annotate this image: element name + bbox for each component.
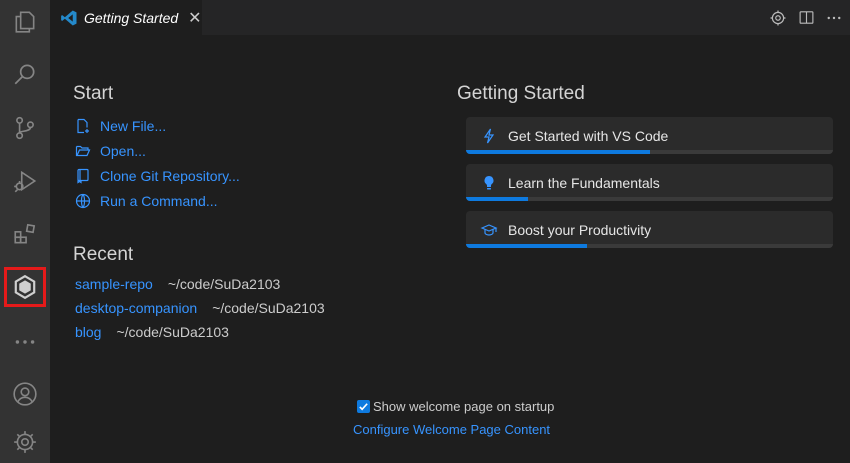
recent-heading: Recent bbox=[73, 244, 134, 265]
progress-fill bbox=[466, 150, 650, 154]
walkthrough-card[interactable]: Get Started with VS Code bbox=[466, 117, 833, 154]
open-link[interactable]: Open... bbox=[75, 138, 240, 163]
new-file-link[interactable]: New File... bbox=[75, 113, 240, 138]
recent-item-path: ~/code/SuDa2103 bbox=[116, 324, 229, 340]
account-icon[interactable] bbox=[0, 372, 50, 416]
graduation-cap-icon bbox=[480, 221, 498, 239]
walkthrough-card[interactable]: Learn the Fundamentals bbox=[466, 164, 833, 201]
vscode-logo-icon bbox=[60, 9, 78, 27]
open-label: Open... bbox=[100, 142, 146, 159]
close-icon[interactable]: ✕ bbox=[188, 8, 201, 28]
recent-list: sample-repo ~/code/SuDa2103 desktop-comp… bbox=[75, 272, 325, 344]
run-command-label: Run a Command... bbox=[100, 192, 218, 209]
recent-item-path: ~/code/SuDa2103 bbox=[212, 300, 325, 316]
tab-bar: Getting Started ✕ bbox=[50, 0, 850, 35]
progress-fill bbox=[466, 197, 529, 201]
recent-item-name[interactable]: desktop-companion bbox=[75, 300, 197, 316]
files-icon[interactable] bbox=[0, 0, 50, 44]
editor-actions bbox=[768, 0, 844, 35]
checkmark-icon bbox=[359, 403, 368, 411]
tab-title: Getting Started bbox=[84, 9, 179, 26]
recent-item-path: ~/code/SuDa2103 bbox=[167, 276, 281, 292]
show-welcome-checkbox[interactable] bbox=[357, 400, 370, 413]
walkthrough-label: Boost your Productivity bbox=[508, 221, 652, 238]
configure-welcome-link[interactable]: Configure Welcome Page Content bbox=[353, 422, 550, 437]
source-control-icon[interactable] bbox=[0, 106, 50, 150]
walkthrough-label: Get Started with VS Code bbox=[508, 127, 669, 144]
activity-bar bbox=[0, 0, 50, 463]
tab-getting-started[interactable]: Getting Started ✕ bbox=[50, 0, 202, 35]
start-list: New File... Open... Clone Git Repository… bbox=[75, 113, 240, 213]
run-debug-icon[interactable] bbox=[0, 159, 50, 203]
walkthrough-label: Learn the Fundamentals bbox=[508, 174, 660, 191]
start-heading: Start bbox=[73, 83, 114, 104]
lightning-icon bbox=[480, 127, 498, 145]
more-icon[interactable] bbox=[0, 320, 50, 364]
recent-item[interactable]: sample-repo ~/code/SuDa2103 bbox=[75, 272, 325, 296]
show-welcome-row[interactable]: Show welcome page on startup bbox=[357, 399, 554, 414]
walkthrough-card[interactable]: Boost your Productivity bbox=[466, 211, 833, 248]
recent-item[interactable]: blog ~/code/SuDa2103 bbox=[75, 320, 325, 344]
more-actions-icon[interactable] bbox=[824, 8, 844, 28]
recent-item-name[interactable]: blog bbox=[75, 324, 101, 340]
getting-started-heading: Getting Started bbox=[457, 83, 585, 104]
search-icon[interactable] bbox=[0, 52, 50, 96]
clone-repo-link[interactable]: Clone Git Repository... bbox=[75, 163, 240, 188]
extensions-icon[interactable] bbox=[0, 212, 50, 256]
run-command-link[interactable]: Run a Command... bbox=[75, 188, 240, 213]
settings-gear-icon[interactable] bbox=[0, 420, 50, 463]
open-folder-icon bbox=[75, 145, 91, 156]
new-file-icon bbox=[77, 118, 89, 133]
lightbulb-icon bbox=[480, 174, 498, 192]
clone-repo-icon bbox=[77, 168, 89, 184]
progress-fill bbox=[466, 244, 588, 248]
run-command-icon bbox=[75, 193, 91, 208]
walkthrough-list: Get Started with VS Code Learn the Funda… bbox=[466, 117, 833, 258]
new-file-label: New File... bbox=[100, 117, 167, 134]
split-editor-icon[interactable] bbox=[796, 8, 816, 28]
recent-item-name[interactable]: sample-repo bbox=[75, 276, 153, 292]
recent-item[interactable]: desktop-companion ~/code/SuDa2103 bbox=[75, 296, 325, 320]
show-welcome-label: Show welcome page on startup bbox=[373, 399, 555, 414]
clone-repo-label: Clone Git Repository... bbox=[100, 167, 240, 184]
gear-icon[interactable] bbox=[768, 8, 788, 28]
hexagon-extension-icon[interactable] bbox=[4, 267, 46, 307]
